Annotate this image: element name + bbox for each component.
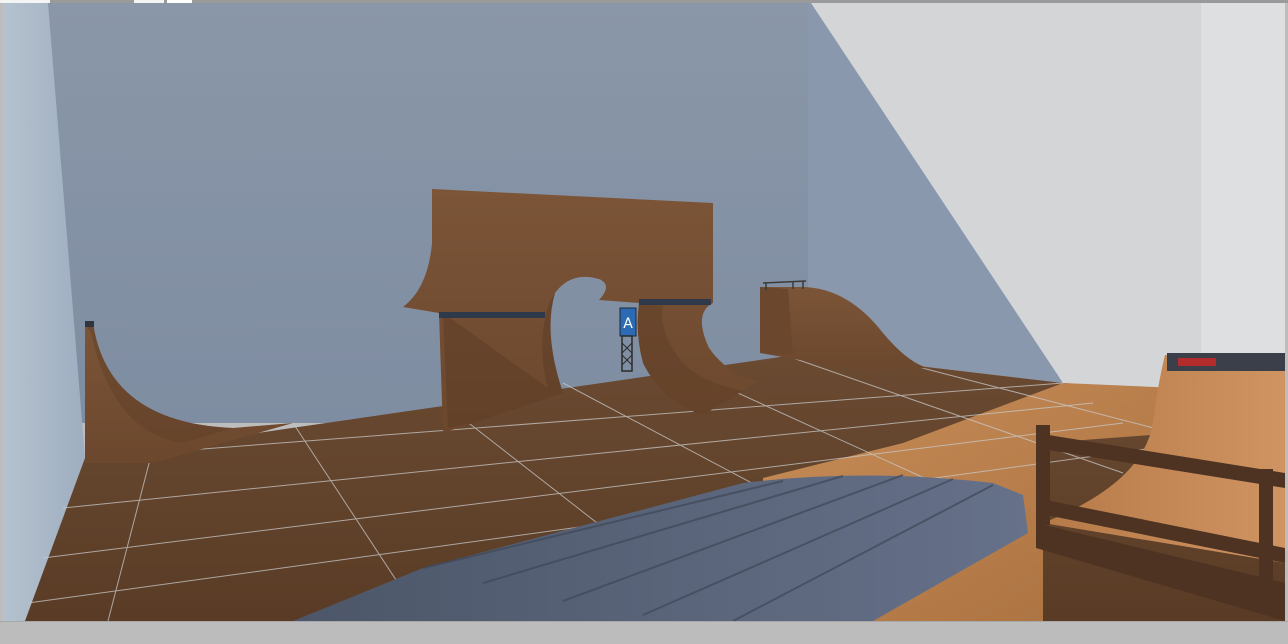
right-wall-far (1201, 3, 1285, 398)
viewport-frame: A (0, 0, 1288, 644)
status-bar (0, 621, 1288, 644)
arch-banner-right (639, 299, 711, 305)
right-quarter-pipe-banner-red (1178, 358, 1216, 366)
arch-banner-left (439, 312, 545, 318)
svg-text:A: A (623, 316, 633, 332)
back-right-ramp-side (760, 287, 793, 355)
game-viewport[interactable]: A (3, 3, 1285, 621)
left-quarter-pipe-coping (85, 321, 94, 327)
